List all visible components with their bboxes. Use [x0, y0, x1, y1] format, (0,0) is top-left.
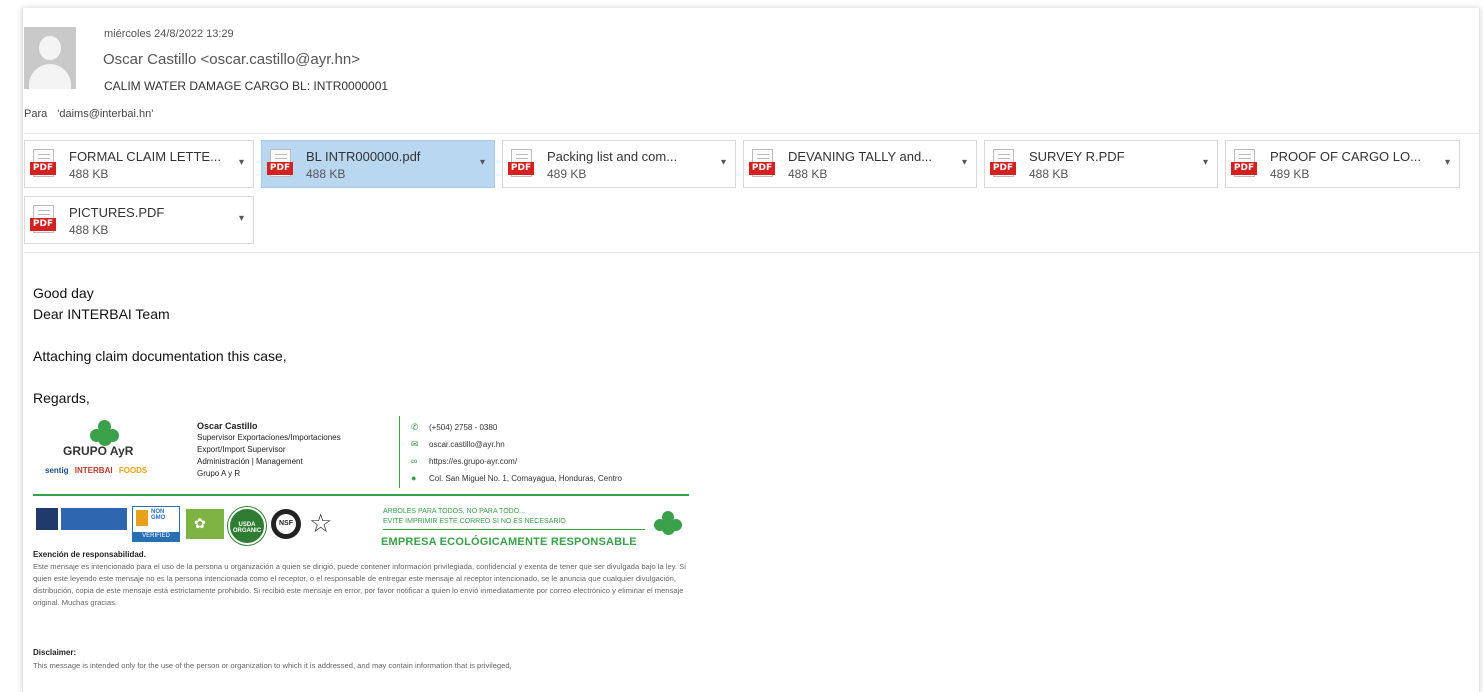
brand-foods: FOODS — [118, 466, 148, 475]
brand-logos: sentig INTERBAI FOODS — [45, 466, 147, 475]
food-safety-cert-icon — [61, 508, 127, 530]
attachment-item[interactable]: PDF FORMAL CLAIM LETTE... 488 KB ▾ — [24, 140, 254, 188]
eu-organic-icon: ✿ — [186, 509, 224, 539]
email-signature: GRUPO AyR sentig INTERBAI FOODS Oscar Ca… — [33, 416, 693, 692]
link-icon: ∞ — [411, 456, 418, 466]
pdf-file-icon: PDF — [30, 205, 56, 235]
disclaimer-en-title: Disclaimer: — [33, 648, 77, 657]
kosher-star-icon: ☆ — [309, 508, 333, 538]
greeting-line: Good day — [33, 285, 94, 301]
attachment-name[interactable]: BL INTR000000.pdf — [306, 149, 420, 164]
attachment-item[interactable]: PDF BL INTR000000.pdf 488 KB ▾ — [261, 140, 495, 188]
disclaimer-en-text: This message is intended only for the us… — [33, 661, 512, 670]
signature-department: Administración | Management — [197, 457, 303, 466]
attachment-size: 488 KB — [306, 167, 346, 181]
attachments-divider — [24, 252, 1479, 253]
disclaimer-es-title: Exención de responsabilidad. — [33, 550, 146, 559]
sender-avatar[interactable] — [24, 27, 76, 89]
attachment-size: 489 KB — [1270, 167, 1310, 181]
pdf-file-icon: PDF — [508, 149, 534, 179]
chevron-down-icon[interactable]: ▾ — [962, 157, 967, 168]
attachment-name[interactable]: PROOF OF CARGO LO... — [1270, 149, 1421, 164]
attachment-item[interactable]: PDF SURVEY R.PDF 488 KB ▾ — [984, 140, 1218, 188]
closing-line: Regards, — [33, 390, 90, 406]
header-divider — [24, 133, 1479, 134]
chevron-down-icon[interactable]: ▾ — [721, 157, 726, 168]
sent-date: miércoles 24/8/2022 13:29 — [104, 28, 234, 40]
attachment-item[interactable]: PDF Packing list and com... 489 KB ▾ — [502, 140, 736, 188]
company-name: GRUPO AyR — [63, 444, 134, 458]
signature-title-en: Export/Import Supervisor — [197, 445, 286, 454]
usda-organic-icon: USDA ORGANIC — [228, 507, 266, 545]
chevron-down-icon[interactable]: ▾ — [1203, 157, 1208, 168]
nsf-certified-icon: NSF — [271, 509, 301, 539]
recipient-address[interactable]: 'daims@interbai.hn' — [57, 108, 153, 120]
avatar-body — [29, 64, 71, 89]
contact-email[interactable]: ✉ oscar.castillo@ayr.hn — [411, 439, 505, 449]
attachment-name[interactable]: Packing list and com... — [547, 149, 677, 164]
message-line: Attaching claim documentation this case, — [33, 348, 287, 364]
contact-website[interactable]: ∞ https://es.grupo-ayr.com/ — [411, 456, 517, 466]
grupo-ayr-logo-icon — [88, 420, 122, 446]
chevron-down-icon[interactable]: ▾ — [239, 213, 244, 224]
non-gmo-verified-icon: NON GMO VERIFIED — [132, 506, 180, 542]
attachment-size: 489 KB — [547, 167, 587, 181]
brand-sentig: sentig — [45, 466, 69, 475]
signature-name: Oscar Castillo — [197, 421, 258, 431]
eco-responsible-banner: EMPRESA ECOLÓGICAMENTE RESPONSABLE — [381, 536, 637, 548]
signature-company: Grupo A y R — [197, 469, 241, 478]
salutation-line: Dear INTERBAI Team — [33, 306, 170, 322]
signature-details: Oscar Castillo Supervisor Exportaciones/… — [197, 420, 341, 480]
attachment-name[interactable]: FORMAL CLAIM LETTE... — [69, 149, 221, 164]
attachment-name[interactable]: DEVANING TALLY and... — [788, 149, 932, 164]
butterfly-icon — [136, 510, 148, 526]
contact-phone: ✆ (+504) 2758 - 0380 — [411, 422, 498, 432]
pdf-file-icon: PDF — [1231, 149, 1257, 179]
eco-divider — [383, 529, 645, 530]
email-subject: CALIM WATER DAMAGE CARGO BL: INTR0000001 — [104, 79, 389, 93]
pdf-file-icon: PDF — [990, 149, 1016, 179]
eco-tagline: ARBOLES PARA TODOS, NO PARA TODO... — [383, 508, 525, 515]
mail-icon: ✉ — [411, 439, 419, 449]
attachment-size: 488 KB — [69, 223, 109, 237]
disclaimer-es-text: Este mensaje es intencionado para el uso… — [33, 562, 686, 607]
eco-leaf-icon — [653, 511, 683, 535]
attachment-name[interactable]: PICTURES.PDF — [69, 205, 164, 220]
attachment-size: 488 KB — [69, 167, 109, 181]
signature-separator — [33, 494, 689, 496]
chevron-down-icon[interactable]: ▾ — [239, 157, 244, 168]
attachment-item[interactable]: PDF PROOF OF CARGO LO... 489 KB ▾ — [1225, 140, 1460, 188]
pdf-file-icon: PDF — [749, 149, 775, 179]
to-label: Para — [24, 108, 48, 120]
pdf-file-icon: PDF — [267, 149, 293, 179]
location-pin-icon: ● — [411, 473, 417, 483]
signature-divider — [399, 416, 400, 488]
attachment-size: 488 KB — [1029, 167, 1069, 181]
attachment-name[interactable]: SURVEY R.PDF — [1029, 149, 1125, 164]
pdf-file-icon: PDF — [30, 149, 56, 179]
eco-print-notice: EVITE IMPRIMIR ESTE CORREO SI NO ES NECE… — [383, 518, 566, 525]
avatar-head — [39, 36, 61, 60]
attachment-item[interactable]: PDF DEVANING TALLY and... 488 KB ▾ — [743, 140, 977, 188]
phone-icon: ✆ — [411, 422, 419, 432]
contact-address: ● Col. San Miguel No. 1, Comayagua, Hondu… — [411, 473, 622, 483]
attachment-size: 488 KB — [788, 167, 828, 181]
brand-interbai: INTERBAI — [74, 466, 113, 475]
recipient-line: Para 'daims@interbai.hn' — [24, 108, 153, 120]
cert-badge-1-icon — [36, 508, 58, 530]
chevron-down-icon[interactable]: ▾ — [480, 157, 485, 168]
sender-name[interactable]: Oscar Castillo <oscar.castillo@ayr.hn> — [103, 51, 360, 68]
chevron-down-icon[interactable]: ▾ — [1445, 157, 1450, 168]
attachment-item[interactable]: PDF PICTURES.PDF 488 KB ▾ — [24, 196, 254, 244]
signature-title-es: Supervisor Exportaciones/Importaciones — [197, 433, 341, 442]
